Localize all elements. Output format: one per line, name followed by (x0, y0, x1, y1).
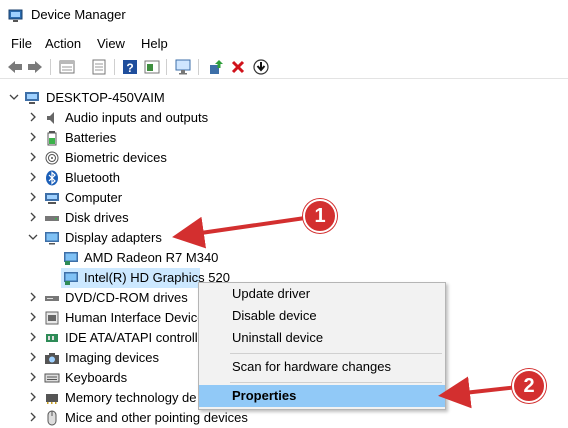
tree-item-computer[interactable]: Computer (0, 188, 568, 208)
toolbar-separator (166, 59, 167, 75)
back-arrow-icon[interactable] (6, 58, 24, 76)
keyboard-icon (44, 373, 60, 383)
battery-icon (47, 131, 57, 146)
camera-icon (45, 353, 59, 364)
expand-chevron-icon[interactable] (28, 132, 38, 142)
display-adapter-icon (64, 272, 78, 285)
tree-item-label: Disk drives (65, 210, 129, 225)
toolbar: ? (0, 56, 568, 79)
forward-arrow-icon[interactable] (26, 58, 44, 76)
tree-item-biometric[interactable]: Biometric devices (0, 148, 568, 168)
tree-item-label: DVD/CD-ROM drives (65, 290, 188, 305)
properties-sheet-icon[interactable] (58, 58, 76, 76)
menu-separator (230, 382, 442, 383)
tree-item-bluetooth[interactable]: Bluetooth (0, 168, 568, 188)
toolbar-separator (50, 59, 51, 75)
tree-item-label: Memory technology de (65, 390, 197, 405)
menu-view[interactable]: View (97, 36, 125, 51)
help-icon[interactable]: ? (121, 58, 139, 76)
title-bar: Device Manager (0, 0, 568, 32)
expand-chevron-icon[interactable] (28, 412, 38, 422)
expand-chevron-icon[interactable] (28, 292, 38, 302)
tree-item-label: Bluetooth (65, 170, 120, 185)
toolbar-separator (198, 59, 199, 75)
computer-icon (45, 193, 59, 204)
expand-chevron-icon[interactable] (28, 392, 38, 402)
tree-item-label: Mice and other pointing devices (65, 410, 248, 425)
expand-chevron-icon[interactable] (28, 372, 38, 382)
menu-item-label: Update driver (232, 286, 311, 301)
tree-item-label: Human Interface Device (65, 310, 205, 325)
menu-file[interactable]: File (11, 36, 32, 51)
tree-item-audio[interactable]: Audio inputs and outputs (0, 108, 568, 128)
update-driver-icon[interactable] (207, 58, 225, 76)
collapse-chevron-icon[interactable] (9, 92, 19, 102)
tree-item-label: IDE ATA/ATAPI controlle (65, 330, 205, 345)
bluetooth-icon (46, 170, 58, 186)
tree-item-label: Display adapters (65, 230, 162, 245)
tree-item-display-adapters[interactable]: Display adapters (0, 228, 568, 248)
hid-icon (45, 311, 59, 325)
dvd-drive-icon (45, 296, 59, 301)
menu-scan-hardware[interactable]: Scan for hardware changes (199, 356, 445, 378)
menu-disable-device[interactable]: Disable device (199, 305, 445, 327)
monitor-scan-icon[interactable] (174, 58, 192, 76)
device-manager-icon (8, 9, 23, 22)
uninstall-x-icon[interactable] (229, 58, 247, 76)
menu-item-label: Disable device (232, 308, 317, 323)
tree-item-amd-radeon[interactable]: AMD Radeon R7 M340 (0, 248, 568, 268)
expand-chevron-icon[interactable] (28, 212, 38, 222)
menu-bar: File Action View Help (0, 34, 568, 54)
menu-properties[interactable]: Properties (199, 385, 445, 407)
menu-uninstall-device[interactable]: Uninstall device (199, 327, 445, 349)
tree-item-label: Biometric devices (65, 150, 167, 165)
menu-help[interactable]: Help (141, 36, 168, 51)
expand-chevron-icon[interactable] (28, 112, 38, 122)
menu-item-label: Properties (232, 388, 297, 403)
annotation-badge-2: 2 (512, 369, 546, 403)
download-circle-icon[interactable] (252, 58, 270, 76)
expand-chevron-icon[interactable] (28, 352, 38, 362)
computer-icon (25, 92, 39, 104)
memory-chip-icon (46, 394, 58, 404)
controller-icon (46, 334, 58, 342)
menu-item-label: Scan for hardware changes (232, 359, 391, 374)
tree-item-label: Computer (65, 190, 123, 205)
tree-root-label: DESKTOP-450VAIM (46, 90, 165, 105)
expand-chevron-icon[interactable] (28, 312, 38, 322)
tree-item-disk-drives[interactable]: Disk drives (0, 208, 568, 228)
speaker-icon (47, 112, 54, 124)
monitor-icon (45, 232, 59, 245)
menu-action[interactable]: Action (45, 36, 81, 51)
window-title: Device Manager (31, 7, 126, 22)
expand-chevron-icon[interactable] (28, 152, 38, 162)
tree-item-label: AMD Radeon R7 M340 (84, 250, 219, 265)
tree-item-label: Audio inputs and outputs (65, 110, 209, 125)
tree-item-label: Batteries (65, 130, 117, 145)
svg-text:?: ? (126, 61, 133, 75)
expand-chevron-icon[interactable] (28, 192, 38, 202)
toolbar-separator (114, 59, 115, 75)
context-menu: Update driver Disable device Uninstall d… (198, 282, 446, 410)
menu-separator (230, 353, 442, 354)
tree-root[interactable]: DESKTOP-450VAIM (0, 88, 568, 108)
tree-item-label: Keyboards (65, 370, 128, 385)
fingerprint-icon (45, 151, 59, 165)
annotation-badge-1: 1 (303, 199, 337, 233)
tree-item-batteries[interactable]: Batteries (0, 128, 568, 148)
disk-drive-icon (45, 216, 59, 221)
document-icon[interactable] (90, 58, 108, 76)
menu-update-driver[interactable]: Update driver (199, 283, 445, 305)
menu-item-label: Uninstall device (232, 330, 324, 345)
expand-chevron-icon[interactable] (28, 332, 38, 342)
view-pane-icon[interactable] (143, 58, 161, 76)
expand-chevron-icon[interactable] (28, 172, 38, 182)
tree-item-mice[interactable]: Mice and other pointing devices (0, 408, 568, 428)
tree-item-label: Imaging devices (65, 350, 159, 365)
display-adapter-icon (64, 252, 78, 265)
collapse-chevron-icon[interactable] (28, 232, 38, 242)
mouse-icon (47, 410, 57, 426)
